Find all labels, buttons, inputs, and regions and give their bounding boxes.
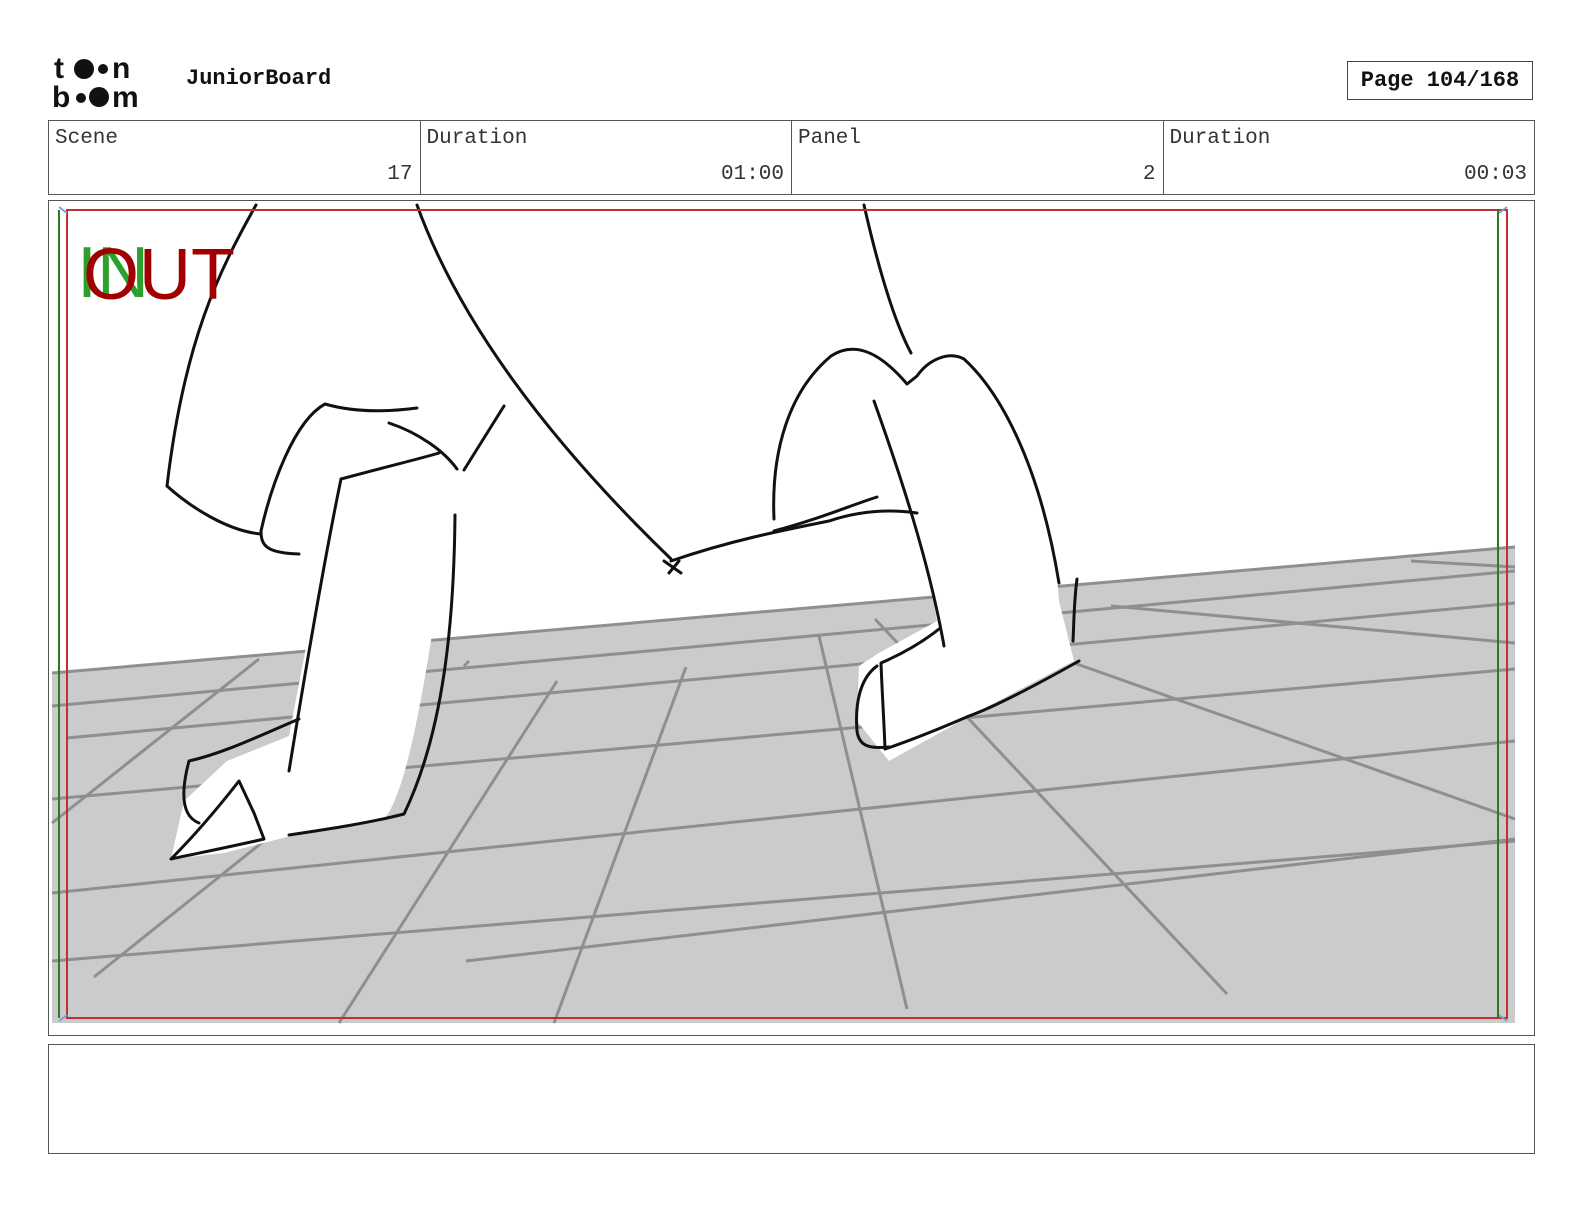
panel-duration-label: Duration: [1169, 127, 1271, 150]
scene-duration-value: 01:00: [720, 163, 784, 186]
panel-notes-box[interactable]: [48, 1044, 1535, 1154]
scene-duration-cell: Duration 01:00: [421, 121, 792, 194]
panel-value: 2: [1142, 163, 1156, 186]
scene-info-table: Scene 17 Duration 01:00 Panel 2 Duration…: [48, 120, 1535, 195]
svg-text:b: b: [52, 81, 70, 110]
toon-boom-logo: t n b m: [52, 52, 164, 114]
page-indicator: Page 104/168: [1347, 61, 1533, 100]
panel-label: Panel: [798, 127, 862, 150]
storyboard-panel: IN OUT: [48, 200, 1535, 1036]
panel-drawing: IN OUT: [51, 203, 1516, 1024]
app-name: JuniorBoard: [186, 66, 332, 91]
svg-text:m: m: [112, 81, 139, 110]
panel-cell: Panel 2: [792, 121, 1164, 194]
out-marker: OUT: [83, 235, 235, 315]
scene-value: 17: [387, 163, 413, 186]
panel-duration-cell: Duration 00:03: [1164, 121, 1535, 194]
scene-duration-label: Duration: [426, 127, 528, 150]
scene-label: Scene: [55, 127, 119, 150]
scene-cell: Scene 17: [49, 121, 421, 194]
panel-duration-value: 00:03: [1463, 163, 1527, 186]
